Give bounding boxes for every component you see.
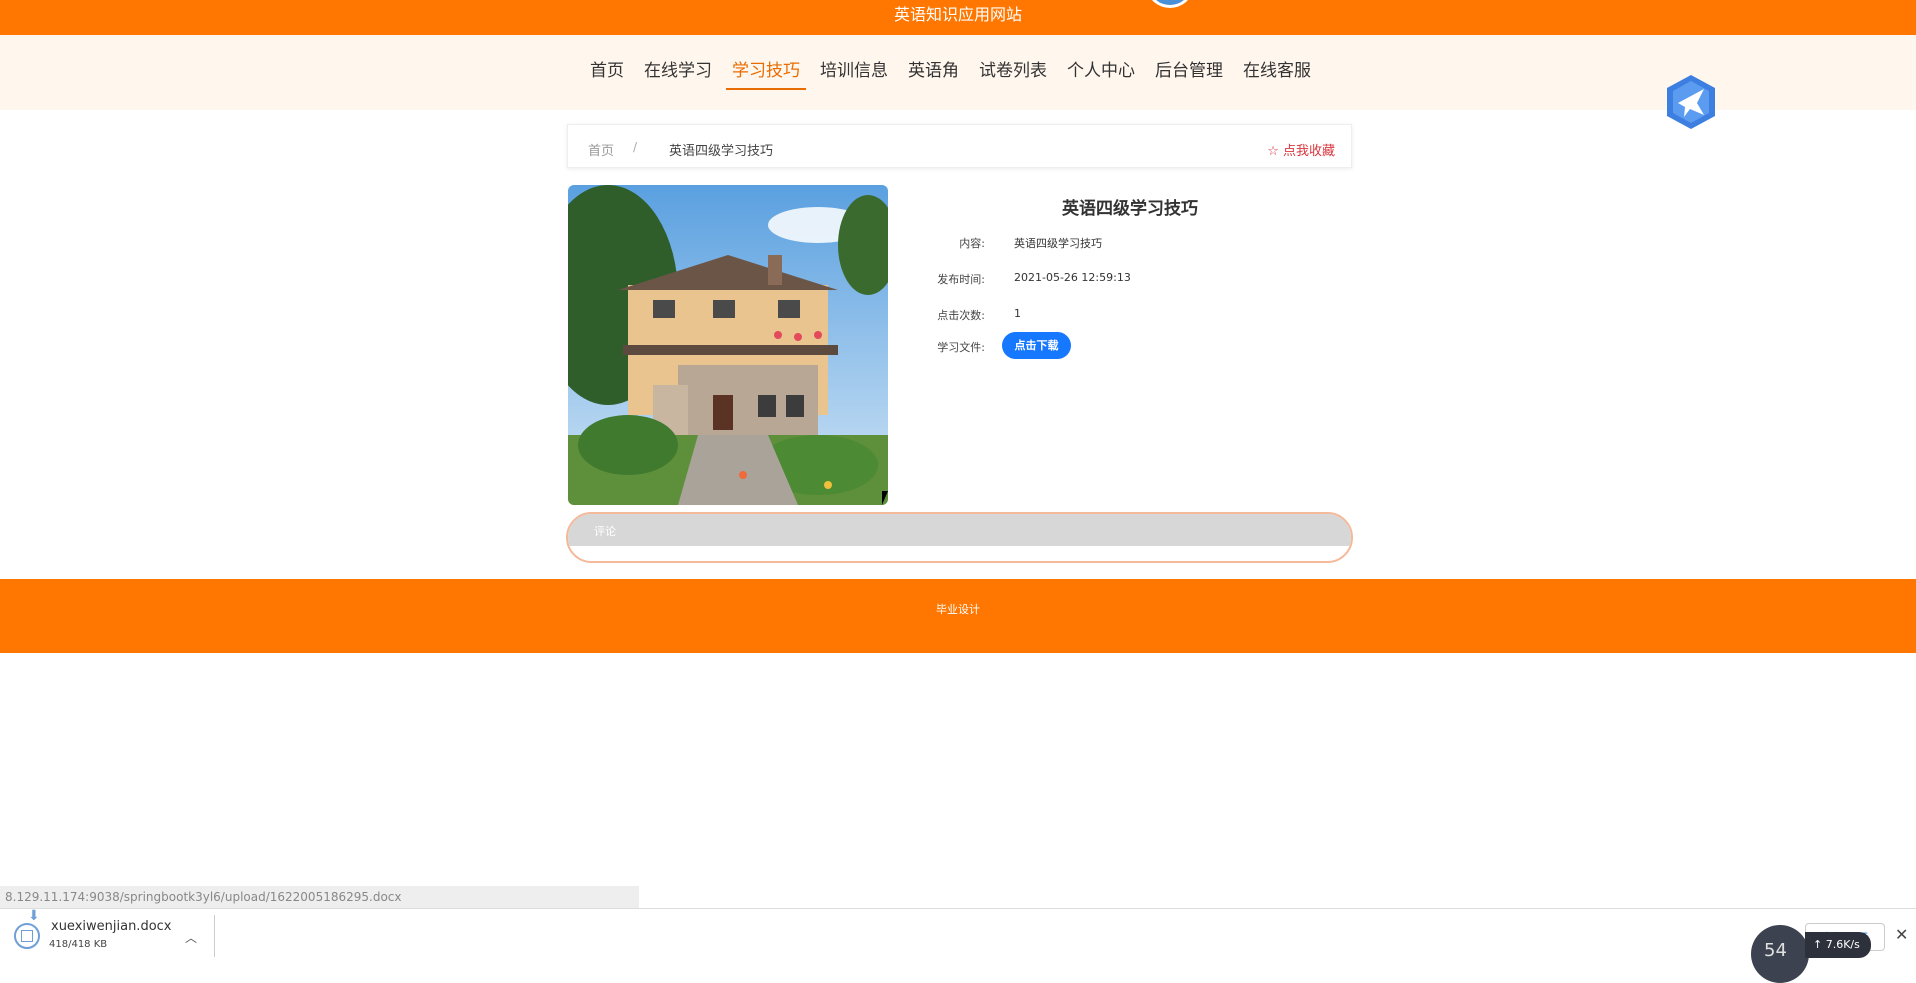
study-file-label: 学习文件: — [937, 341, 985, 354]
nav-item-admin[interactable]: 后台管理 — [1149, 60, 1229, 90]
comment-section: 评论 — [566, 512, 1353, 563]
shelf-divider — [214, 915, 215, 957]
nav-item-personal-center[interactable]: 个人中心 — [1061, 60, 1141, 90]
article-title: 英语四级学习技巧 — [1062, 199, 1198, 219]
favorite-button[interactable]: ☆ 点我收藏 — [1267, 140, 1335, 159]
content-value: 英语四级学习技巧 — [1014, 237, 1102, 250]
speed-percent: 54 — [1764, 940, 1787, 961]
breadcrumb: 首页 / 英语四级学习技巧 ☆ 点我收藏 — [567, 124, 1352, 168]
network-speed-gauge[interactable]: 54 — [1751, 925, 1809, 983]
document-file-icon[interactable] — [14, 923, 40, 949]
network-speed-rate: ↑ 7.6K/s — [1805, 932, 1871, 958]
nav-item-english-corner[interactable]: 英语角 — [902, 60, 965, 90]
download-file-size: 418/418 KB — [49, 939, 108, 950]
breadcrumb-home-link[interactable]: 首页 — [588, 140, 614, 159]
footer-text: 毕业设计 — [936, 603, 980, 616]
publish-time-label: 发布时间: — [937, 273, 985, 286]
nav-item-online-learning[interactable]: 在线学习 — [638, 60, 718, 90]
nav-item-customer-service[interactable]: 在线客服 — [1237, 60, 1317, 90]
mouse-cursor-icon — [882, 491, 894, 505]
chevron-up-icon[interactable]: ︿ — [185, 929, 197, 946]
top-header-bar: 英语知识应用网站 — [0, 0, 1916, 35]
comment-header: 评论 — [568, 514, 1351, 546]
download-file-name[interactable]: xuexiwenjian.docx — [51, 919, 172, 934]
click-count-value: 1 — [1014, 307, 1021, 320]
nav-item-home[interactable]: 首页 — [584, 60, 630, 90]
comment-header-label: 评论 — [594, 525, 616, 538]
content-label: 内容: — [959, 237, 985, 250]
nav-item-study-tips[interactable]: 学习技巧 — [726, 60, 806, 90]
breadcrumb-current: 英语四级学习技巧 — [669, 144, 774, 159]
download-shelf: ⬇ xuexiwenjian.docx 418/418 KB ︿ 全部显示 ✕ — [0, 908, 1916, 962]
breadcrumb-separator: / — [633, 140, 638, 154]
publish-time-value: 2021-05-26 12:59:13 — [1014, 271, 1131, 284]
nav-item-training-info[interactable]: 培训信息 — [814, 60, 894, 90]
nav-item-exam-list[interactable]: 试卷列表 — [973, 60, 1053, 90]
article-cover-image — [568, 185, 888, 505]
nav-menu: 首页 在线学习 学习技巧 培训信息 英语角 试卷列表 个人中心 后台管理 在线客… — [584, 60, 1325, 90]
download-arrow-icon: ⬇ — [28, 908, 40, 924]
main-navigation: 首页 在线学习 学习技巧 培训信息 英语角 试卷列表 个人中心 后台管理 在线客… — [0, 35, 1916, 129]
click-count-label: 点击次数: — [937, 309, 985, 322]
bird-logo-icon[interactable] — [1664, 73, 1718, 131]
site-title: 英语知识应用网站 — [893, 5, 1022, 24]
close-icon[interactable]: ✕ — [1895, 925, 1908, 944]
download-button[interactable]: 点击下载 — [1002, 332, 1071, 359]
status-bar-url: 8.129.11.174:9038/springbootk3yl6/upload… — [0, 886, 639, 908]
page-footer: 毕业设计 — [0, 579, 1916, 653]
